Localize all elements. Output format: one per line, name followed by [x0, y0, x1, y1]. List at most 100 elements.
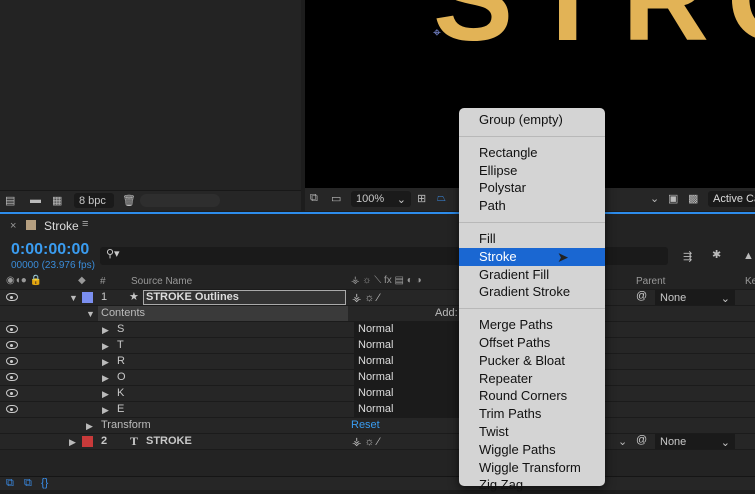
tab-stroke[interactable]: Stroke	[44, 219, 79, 233]
menu-item-wiggle-transform[interactable]: Wiggle Transform	[459, 459, 605, 477]
expand-triangle-icon[interactable]: ▶	[69, 437, 76, 448]
shy-layers-icon[interactable]: ▲	[743, 250, 754, 262]
project-panel	[0, 0, 301, 211]
expand-triangle-icon[interactable]: ▶	[102, 357, 109, 368]
visibility-eye-icon[interactable]	[6, 341, 18, 349]
chevron-down-icon[interactable]: ⌄	[650, 192, 659, 205]
layer-switches-icon[interactable]: ⚶ ☼ ⁄	[352, 291, 379, 304]
scrollbar[interactable]	[140, 194, 220, 207]
timecode[interactable]: 0:00:00:00	[11, 241, 89, 259]
group-row[interactable]: ▶ O Normal	[0, 370, 755, 386]
close-tab-icon[interactable]: ×	[10, 220, 16, 232]
menu-item-trim-paths[interactable]: Trim Paths	[459, 405, 605, 423]
expand-triangle-icon[interactable]: ▶	[86, 421, 93, 432]
menu-item-repeater[interactable]: Repeater	[459, 370, 605, 388]
menu-item-pucker-bloat[interactable]: Pucker & Bloat	[459, 352, 605, 370]
layer-row-2[interactable]: ▶ 2 T STROKE ⚶ ☼ ⁄ ⌄ @ None ⌄	[0, 434, 755, 450]
composition-flowchart-icon[interactable]: ⇶	[683, 250, 692, 263]
blend-mode-dropdown[interactable]: Normal	[354, 338, 464, 353]
layer-row-1[interactable]: ▼ 1 ★ STROKE Outlines ⚶ ☼ ⁄ @ None ⌄	[0, 290, 755, 306]
new-composition-icon[interactable]: ▦	[52, 194, 62, 207]
camera-dropdown[interactable]: Active Ca	[708, 191, 755, 207]
group-row[interactable]: ▶ E Normal	[0, 402, 755, 418]
column-header: ◉◖● 🔒 ◆ # Source Name ⚶ ☼ ⟍ fx ▤ ◐ ◑ Par…	[0, 274, 755, 290]
group-row[interactable]: ▶ K Normal	[0, 386, 755, 402]
menu-item-rectangle[interactable]: Rectangle	[459, 144, 605, 162]
menu-item-gradient-stroke[interactable]: Gradient Stroke	[459, 283, 605, 301]
blend-mode-dropdown[interactable]: Normal	[354, 370, 464, 385]
new-folder-icon[interactable]: ▬	[30, 194, 41, 206]
anchor-point-icon[interactable]: ⌖	[433, 24, 441, 41]
menu-item-polystar[interactable]: Polystar	[459, 179, 605, 197]
trash-icon[interactable]: 🗑	[122, 194, 136, 207]
transparency-grid-icon[interactable]: ▩	[688, 192, 698, 205]
menu-item-group[interactable]: Group (empty)	[459, 111, 605, 129]
menu-item-fill[interactable]: Fill	[459, 230, 605, 248]
parent-pickwhip-icon[interactable]: @	[636, 290, 647, 302]
parent-pickwhip-icon[interactable]: @	[636, 434, 647, 446]
menu-item-merge-paths[interactable]: Merge Paths	[459, 316, 605, 334]
blend-mode-dropdown[interactable]: Normal	[354, 386, 464, 401]
monitor-icon[interactable]: ▭	[331, 192, 341, 205]
parent-dropdown[interactable]: None ⌄	[655, 434, 735, 449]
visibility-eye-icon[interactable]	[6, 325, 18, 333]
menu-item-path[interactable]: Path	[459, 197, 605, 215]
visibility-eye-icon[interactable]	[6, 405, 18, 413]
interpret-footage-icon[interactable]: ▤	[5, 194, 15, 207]
group-row[interactable]: ▶ S Normal	[0, 322, 755, 338]
transform-row[interactable]: ▶ Transform Reset	[0, 418, 755, 434]
expand-triangle-icon[interactable]: ▶	[102, 389, 109, 400]
visibility-eye-icon[interactable]	[6, 373, 18, 381]
blend-mode-dropdown[interactable]: Normal	[354, 322, 464, 337]
panel-menu-icon[interactable]: ≡	[82, 218, 88, 230]
expand-triangle-icon[interactable]: ▼	[69, 293, 78, 303]
visibility-eye-icon[interactable]	[6, 357, 18, 365]
zoom-dropdown[interactable]: 100% ⌄	[351, 191, 411, 207]
draft-3d-icon[interactable]: ✱	[712, 248, 721, 261]
expand-triangle-icon[interactable]: ▶	[102, 405, 109, 416]
layer-switches-toggle-icon[interactable]: ⧉	[6, 477, 14, 490]
label-color[interactable]	[82, 292, 93, 303]
in-out-toggle-icon[interactable]: {}	[41, 477, 48, 489]
menu-item-zig-zag[interactable]: Zig Zag	[459, 476, 605, 494]
safe-margins-icon[interactable]: ⊞	[417, 192, 426, 205]
layer-name-input[interactable]: STROKE Outlines	[143, 290, 346, 305]
expand-triangle-icon[interactable]: ▶	[102, 341, 109, 352]
menu-item-wiggle-paths[interactable]: Wiggle Paths	[459, 441, 605, 459]
blend-mode-dropdown[interactable]: Normal	[354, 402, 464, 417]
layer-name[interactable]: STROKE	[146, 435, 192, 447]
column-source-name[interactable]: Source Name	[131, 276, 192, 287]
always-preview-icon[interactable]: ⧉	[310, 192, 318, 205]
chevron-down-icon[interactable]: ⌄	[618, 435, 627, 448]
column-number: #	[100, 276, 106, 287]
blend-mode-dropdown[interactable]: Normal	[354, 354, 464, 369]
layer-switches-icon[interactable]: ⚶ ☼ ⁄	[352, 435, 379, 448]
menu-item-twist[interactable]: Twist	[459, 423, 605, 441]
visibility-eye-icon[interactable]	[6, 293, 18, 301]
visibility-eye-icon[interactable]	[6, 389, 18, 397]
expand-triangle-icon[interactable]: ▶	[102, 373, 109, 384]
parent-dropdown[interactable]: None ⌄	[655, 290, 735, 305]
group-name: R	[117, 355, 125, 367]
group-row[interactable]: ▶ R Normal	[0, 354, 755, 370]
column-parent: Parent	[636, 276, 666, 287]
add-button[interactable]: Add:	[435, 307, 458, 319]
expand-triangle-icon[interactable]: ▼	[86, 309, 95, 319]
menu-item-round-corners[interactable]: Round Corners	[459, 387, 605, 405]
region-of-interest-icon[interactable]: ▣	[668, 192, 678, 205]
menu-item-stroke[interactable]: Stroke ➤	[459, 247, 605, 266]
reset-link[interactable]: Reset	[351, 419, 380, 431]
label-color[interactable]	[82, 436, 93, 447]
mask-visibility-icon[interactable]: ⏢	[437, 192, 446, 205]
contents-row[interactable]: ▼ Contents Add:	[0, 306, 755, 322]
menu-item-offset-paths[interactable]: Offset Paths	[459, 334, 605, 352]
expand-triangle-icon[interactable]: ▶	[102, 325, 109, 336]
group-row[interactable]: ▶ T Normal	[0, 338, 755, 354]
transfer-controls-toggle-icon[interactable]: ⧉	[24, 477, 32, 490]
layer-number: 1	[101, 291, 108, 303]
group-name: E	[117, 403, 125, 415]
menu-item-gradient-fill[interactable]: Gradient Fill	[459, 266, 605, 284]
contents-label[interactable]: Contents	[98, 306, 348, 321]
menu-item-ellipse[interactable]: Ellipse	[459, 162, 605, 180]
bit-depth-button[interactable]: 8 bpc	[74, 193, 114, 208]
